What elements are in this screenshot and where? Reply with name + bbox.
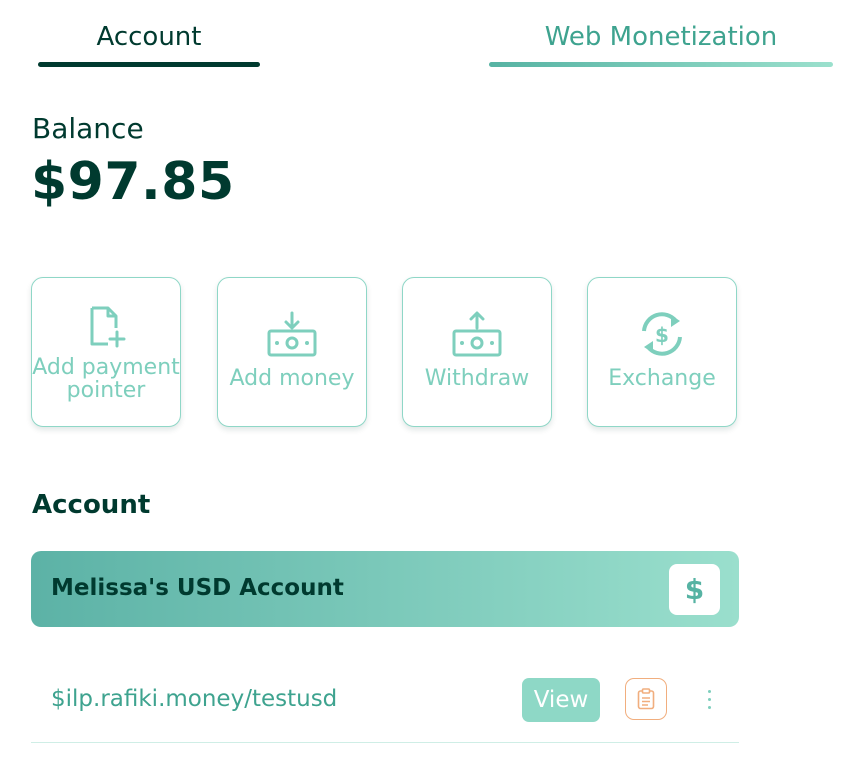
- tab-account-indicator: [38, 62, 260, 67]
- add-payment-pointer-label-line1: Add payment: [32, 355, 180, 380]
- tab-bar: Account Web Monetization: [0, 0, 851, 80]
- clipboard-icon: [637, 688, 655, 710]
- tab-web-monetization-indicator: [489, 62, 833, 67]
- add-money-label: Add money: [229, 366, 355, 391]
- copy-button[interactable]: [625, 678, 667, 720]
- account-name: Melissa's USD Account: [51, 575, 344, 601]
- add-payment-pointer-button[interactable]: Add payment pointer: [31, 277, 181, 427]
- more-options-icon[interactable]: [697, 684, 721, 718]
- add-payment-pointer-label-line2: pointer: [66, 378, 146, 403]
- add-money-button[interactable]: Add money: [217, 277, 367, 427]
- withdraw-label: Withdraw: [424, 366, 530, 391]
- tab-web-monetization[interactable]: Web Monetization: [489, 22, 833, 52]
- withdraw-button[interactable]: Withdraw: [402, 277, 552, 427]
- exchange-button[interactable]: $ Exchange: [587, 277, 737, 427]
- tab-account[interactable]: Account: [38, 22, 260, 52]
- cash-down-icon: [267, 311, 317, 357]
- balance-amount: $97.85: [31, 152, 235, 212]
- cash-up-icon: [452, 311, 502, 357]
- account-card[interactable]: Melissa's USD Account $: [31, 551, 739, 627]
- view-button[interactable]: View: [522, 678, 600, 722]
- svg-text:$: $: [655, 323, 669, 347]
- payment-pointer-address: $ilp.rafiki.money/testusd: [51, 686, 338, 712]
- payment-pointer-row: $ilp.rafiki.money/testusd View: [31, 670, 739, 743]
- currency-badge: $: [669, 564, 720, 615]
- add-file-icon: [90, 306, 126, 348]
- exchange-label: Exchange: [608, 366, 716, 391]
- currency-exchange-icon: $: [642, 312, 682, 356]
- balance-label: Balance: [32, 112, 144, 145]
- account-section-title: Account: [32, 490, 151, 520]
